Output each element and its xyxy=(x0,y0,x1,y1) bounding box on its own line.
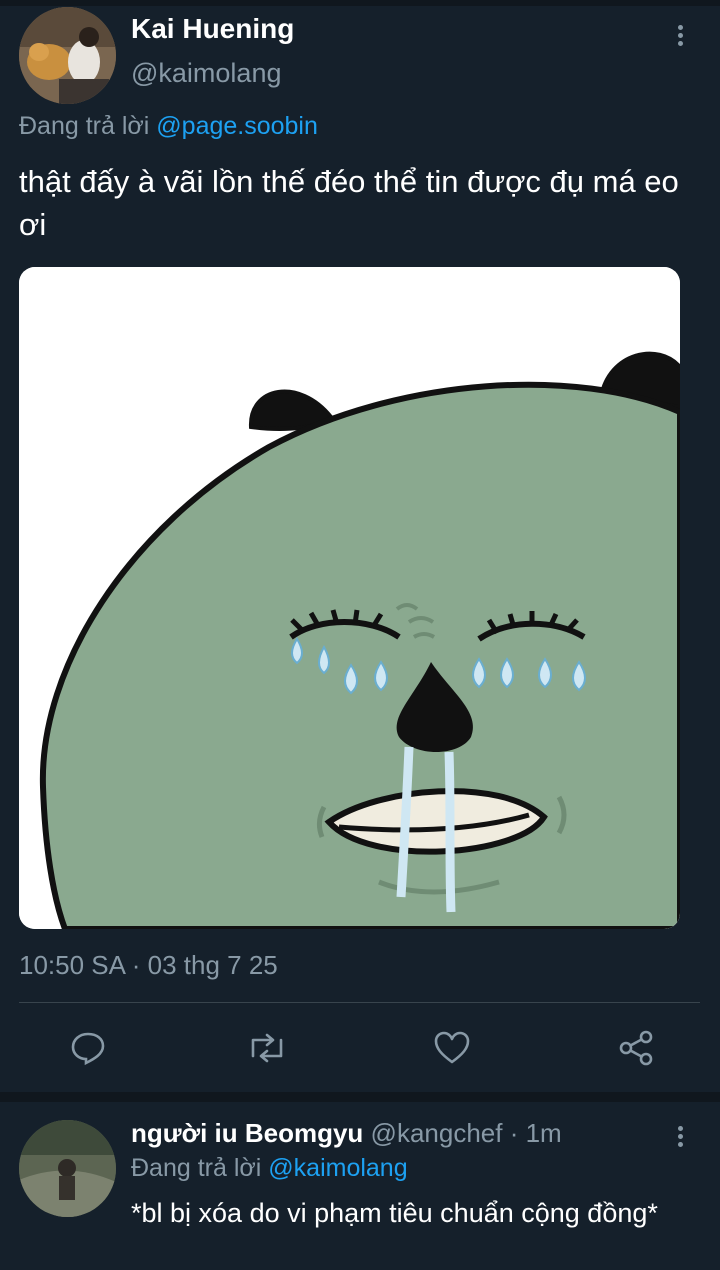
reply-more-options-icon[interactable] xyxy=(676,1126,684,1152)
reply-replying-prefix: Đang trả lời xyxy=(131,1154,269,1182)
reply-replying-mention-link[interactable]: @kaimolang xyxy=(268,1154,407,1182)
replying-mention-link[interactable]: @page.soobin xyxy=(156,112,318,140)
more-options-icon[interactable] xyxy=(676,25,684,51)
author-avatar[interactable] xyxy=(19,7,116,104)
replying-to: Đang trả lời @page.soobin xyxy=(19,112,318,141)
tweet-text: thật đấy à vãi lồn thế đéo thể tin được … xyxy=(19,164,679,242)
status-strip xyxy=(0,0,720,6)
reply-text: *bl bị xóa do vi phạm tiêu chuẩn cộng đồ… xyxy=(131,1198,658,1228)
reply-author-handle[interactable]: @kangchef xyxy=(371,1118,503,1148)
tweet-media-image[interactable] xyxy=(19,267,680,929)
divider xyxy=(19,1002,700,1003)
retweet-icon xyxy=(251,1033,283,1063)
section-divider xyxy=(0,1092,720,1102)
tweet-timestamp[interactable]: 10:50 SA · 03 thg 7 25 xyxy=(19,950,278,981)
retweet-button[interactable] xyxy=(243,1024,291,1072)
reply-author-avatar[interactable] xyxy=(19,1120,116,1217)
reply-icon xyxy=(71,1032,105,1066)
author-handle[interactable]: @kaimolang xyxy=(131,58,281,89)
reply-replying-to: Đang trả lời @kaimolang xyxy=(131,1154,408,1183)
reply-time: · 1m xyxy=(502,1118,562,1148)
share-button[interactable] xyxy=(612,1024,660,1072)
share-icon xyxy=(619,1030,653,1066)
replying-prefix: Đang trả lời xyxy=(19,112,157,140)
like-icon xyxy=(434,1031,470,1064)
reply-header: người iu Beomgyu @kangchef · 1m xyxy=(131,1118,562,1149)
reply-button[interactable] xyxy=(64,1024,112,1072)
author-name[interactable]: Kai Huening xyxy=(131,13,294,45)
like-button[interactable] xyxy=(428,1024,476,1072)
reply-author-name[interactable]: người iu Beomgyu xyxy=(131,1118,363,1148)
